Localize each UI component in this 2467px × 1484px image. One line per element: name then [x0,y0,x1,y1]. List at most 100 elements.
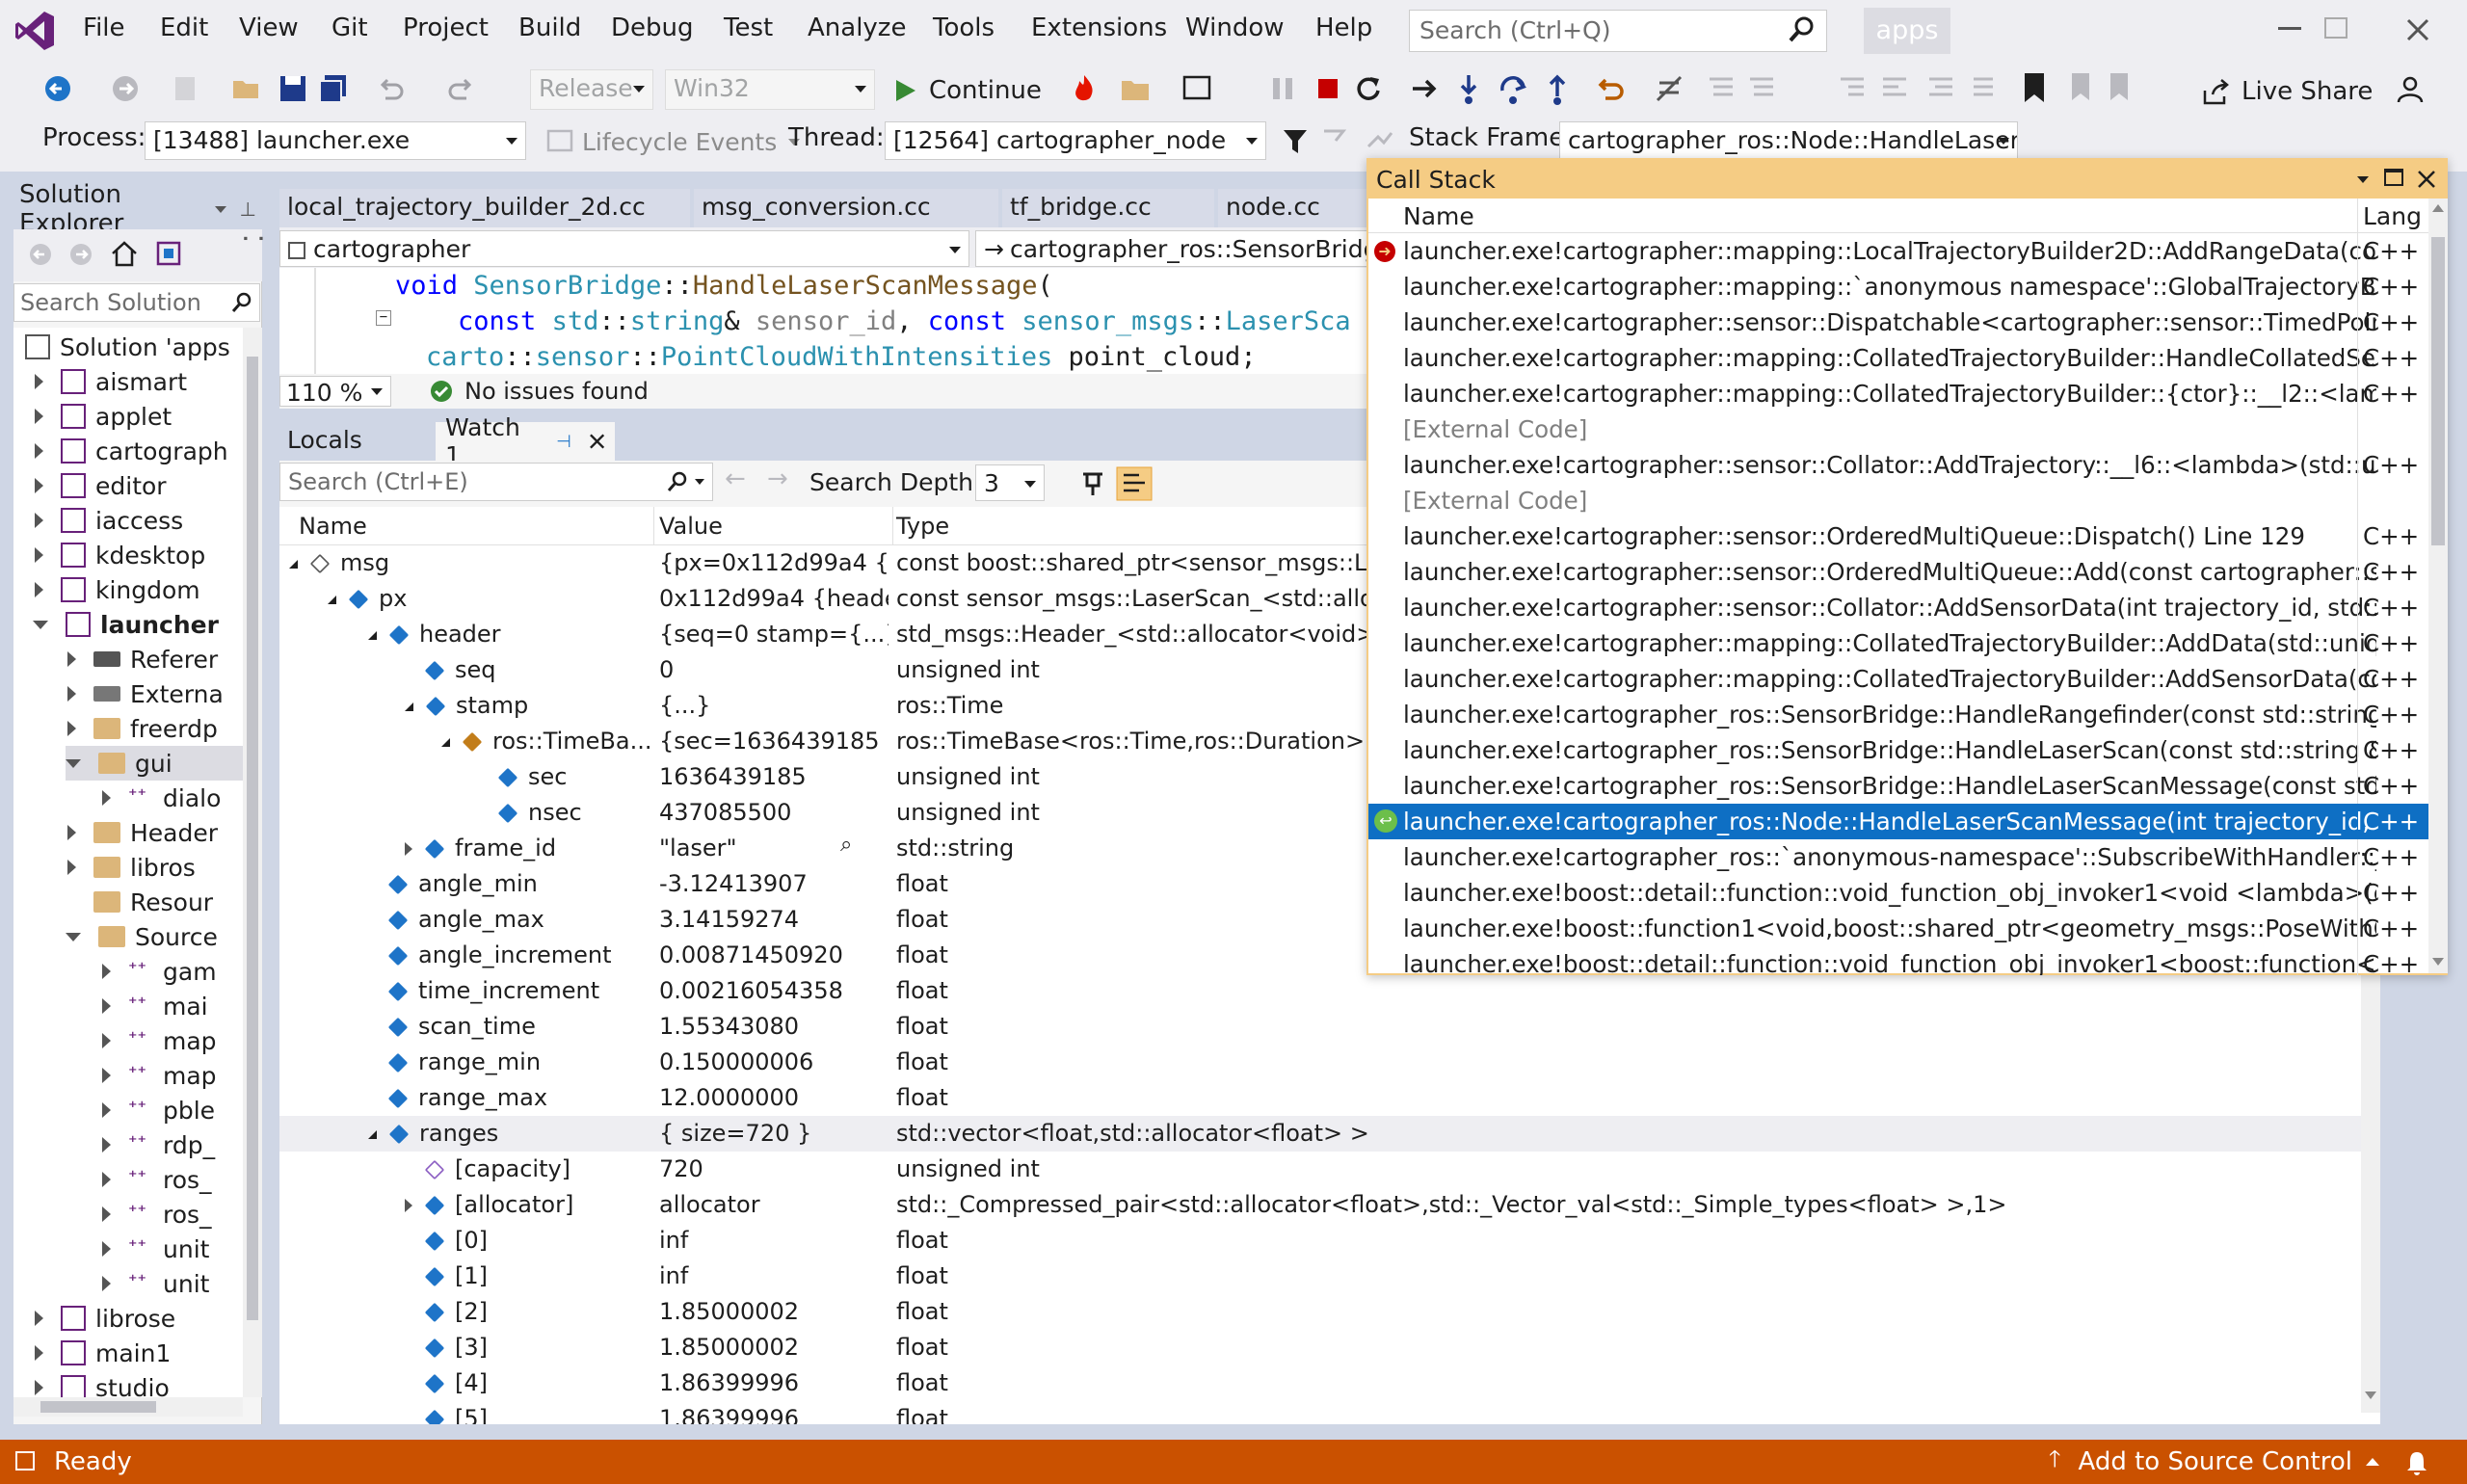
menu-test[interactable]: Test [724,13,773,42]
menu-file[interactable]: File [83,13,125,42]
call-stack-frame[interactable]: launcher.exe!cartographer::sensor::Colla… [1368,447,2428,483]
column-header-lang[interactable]: Lang [2363,202,2422,230]
call-stack-frame[interactable]: launcher.exe!cartographer::mapping::Coll… [1368,625,2428,661]
tab-watch-1[interactable]: Watch 1 ⊣ [436,413,615,469]
solution-search-input[interactable]: Search Solution [13,283,260,322]
watch-row[interactable]: range_min 0.150000006 float [279,1045,2380,1080]
save-all-icon[interactable] [318,73,349,104]
watch-row[interactable]: [4] 1.86399996 float [279,1365,2380,1401]
previous-bookmark-icon[interactable] [2064,71,2093,104]
tree-horizontal-scrollbar[interactable] [13,1397,243,1417]
pin-icon[interactable]: ⊣ [556,432,571,452]
call-stack-frame[interactable]: launcher.exe!cartographer::sensor::Order… [1368,518,2428,554]
tree-item-project[interactable]: launcher [33,607,219,642]
watch-value-cell[interactable]: allocator [659,1191,889,1218]
bookmark-icon[interactable] [2022,71,2047,104]
expand-arrow-icon[interactable] [102,1137,111,1153]
tree-item-file[interactable]: ⁺⁺ ros_ [102,1162,212,1197]
call-stack-frame[interactable]: ➜ launcher.exe!cartographer::mapping::Loc… [1368,233,2428,269]
call-stack-frame[interactable]: launcher.exe!boost::detail::function::vo… [1368,875,2428,911]
increase-indent-icon[interactable] [1879,73,1912,104]
call-stack-vertical-scrollbar[interactable] [2428,199,2448,973]
stop-icon[interactable] [1314,75,1341,102]
expand-arrow-icon[interactable] [102,1102,111,1118]
call-stack-frame[interactable]: launcher.exe!cartographer_ros::SensorBri… [1368,732,2428,768]
collapse-arrow-icon[interactable] [289,559,298,569]
tree-item-folder[interactable]: Externa [67,676,224,711]
column-header-type[interactable]: Type [896,513,949,540]
scroll-down-icon[interactable] [2363,1390,2378,1401]
call-stack-frame[interactable]: launcher.exe!cartographer::mapping::Coll… [1368,340,2428,376]
tree-item-project[interactable]: main1 [35,1336,171,1370]
expand-arrow-icon[interactable] [102,998,111,1014]
column-divider[interactable] [2357,199,2358,233]
restart-icon[interactable] [1353,73,1384,104]
watch-row[interactable]: ranges { size=720 } std::vector<float,std:… [279,1116,2380,1152]
expand-arrow-icon[interactable] [405,842,412,856]
expand-arrow-icon[interactable] [35,547,43,563]
watch-row[interactable]: [3] 1.85000002 float [279,1330,2380,1365]
expand-arrow-icon[interactable] [67,860,76,875]
search-previous-icon[interactable]: ← [725,464,746,493]
global-search-input[interactable]: Search (Ctrl+Q) [1409,10,1827,52]
menu-edit[interactable]: Edit [160,13,208,42]
watch-value-cell[interactable]: 1.55343080 [659,1013,889,1040]
menu-extensions[interactable]: Extensions [1031,13,1167,42]
scroll-up-icon[interactable] [2430,202,2446,214]
live-share-button[interactable]: Live Share [2201,73,2373,110]
list-icon[interactable] [1966,73,1999,104]
tree-item-folder[interactable]: Resour [93,885,213,919]
tree-item-folder[interactable]: Header [67,815,218,850]
close-icon[interactable] [2405,17,2430,42]
watch-row[interactable]: [1] inf float [279,1259,2380,1294]
watch-value-cell[interactable]: 0.00216054358 [659,977,889,1004]
pin-visualizer-icon[interactable] [1079,470,1106,497]
next-bookmark-icon[interactable] [2107,71,2135,104]
watch-value-cell[interactable]: {...} [659,692,889,719]
tree-item-project[interactable]: kingdom [35,572,200,607]
menu-analyze[interactable]: Analyze [808,13,906,42]
collapse-arrow-icon[interactable] [33,620,48,629]
redo-icon[interactable] [445,73,476,104]
tree-item-folder[interactable]: Source [66,919,218,954]
tree-item-file[interactable]: ⁺⁺ unit [102,1266,209,1301]
toggle-breakpoints-icon[interactable] [1654,73,1686,104]
stack-frame-select[interactable]: cartographer_ros::Node::HandleLaserS [1559,121,2018,160]
notifications-bell-icon[interactable] [2403,1449,2430,1476]
save-icon[interactable] [278,73,308,104]
home-icon[interactable] [110,239,139,268]
pause-icon[interactable] [1268,73,1297,104]
watch-value-cell[interactable]: 0x112d99a4 {heade... [659,585,889,612]
process-select[interactable]: [13488] launcher.exe [145,121,526,160]
watch-value-cell[interactable]: -3.12413907 [659,870,889,897]
tab-local-trajectory-builder[interactable]: local_trajectory_builder_2d.cc [279,189,692,227]
search-next-icon[interactable]: → [767,464,788,493]
step-over-icon[interactable] [1498,71,1528,106]
continue-button[interactable]: Continue [892,71,1042,110]
menu-debug[interactable]: Debug [611,13,694,42]
minimize-icon[interactable] [2278,27,2301,30]
watch-value-cell[interactable]: 3.14159274 [659,906,889,933]
watch-value-cell[interactable]: 1.85000002 [659,1298,889,1325]
scroll-down-icon[interactable] [2430,956,2446,967]
align-icon[interactable] [1925,73,1958,104]
maximize-icon[interactable] [2384,169,2403,186]
scrollbar-thumb[interactable] [2431,237,2445,545]
column-header-name[interactable]: Name [1403,202,1474,230]
watch-row[interactable]: time_increment 0.00216054358 float [279,973,2380,1009]
tree-item-file[interactable]: ⁺⁺ map [102,1058,217,1093]
more-options-icon[interactable]: ⠁⠁ [241,235,272,259]
watch-value-cell[interactable]: 720 [659,1155,889,1182]
collapse-arrow-icon[interactable] [66,932,81,941]
watch-value-cell[interactable]: 1636439185 [659,763,889,790]
tree-item-folder[interactable]: libros [67,850,196,885]
thread-select[interactable]: [12564] cartographer_node [885,121,1266,160]
column-divider[interactable] [653,507,654,545]
member-select[interactable]: → cartographer_ros::SensorBridge [975,230,1368,267]
tree-item-project[interactable]: iaccess [35,503,183,538]
watch-value-cell[interactable]: 1.86399996 [659,1405,889,1424]
watch-row[interactable]: [0] inf float [279,1223,2380,1259]
tree-item-solution[interactable]: Solution 'apps [25,330,230,364]
watch-value-cell[interactable]: 0.00871450920 [659,941,889,968]
pin-icon[interactable]: ⊥ [240,198,256,221]
